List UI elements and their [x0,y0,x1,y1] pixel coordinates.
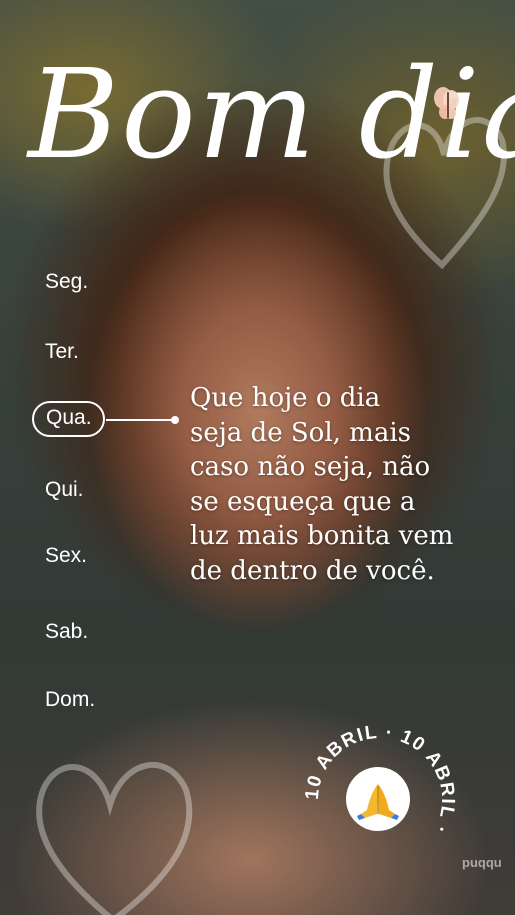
weekday-sex: Sex. [45,544,88,567]
quote-line: seja de Sol, mais [190,417,411,448]
weekday-qui: Qui. [45,478,84,501]
praying-hands-icon [357,784,399,820]
connector-dot [171,416,179,424]
weekday-dom: Dom. [45,688,96,711]
quote-line: se esqueça que a [190,486,416,517]
heart-outline-icon [36,761,193,915]
quote-line: caso não seja, não [190,452,431,482]
watermark-text: puqqu [462,855,502,870]
weekday-ter: Ter. [45,340,79,363]
butterfly-icon [434,87,459,119]
weekday-qua-selected: Qua. [32,401,105,437]
quote-line: luz mais bonita vem [190,521,454,551]
weekday-sab: Sab. [45,620,89,643]
connector-line [106,419,174,421]
quote-text: Que hoje o dia seja de Sol, mais caso nã… [190,381,490,588]
weekday-seg: Seg. [45,270,89,293]
story-card: Bom dia Seg. Ter. Qua. Qui. Sex. Sab. Do… [0,0,515,915]
page-title: Bom dia [28,43,515,187]
quote-line: Que hoje o dia [190,383,381,413]
quote-line: de dentro de você. [190,555,435,586]
